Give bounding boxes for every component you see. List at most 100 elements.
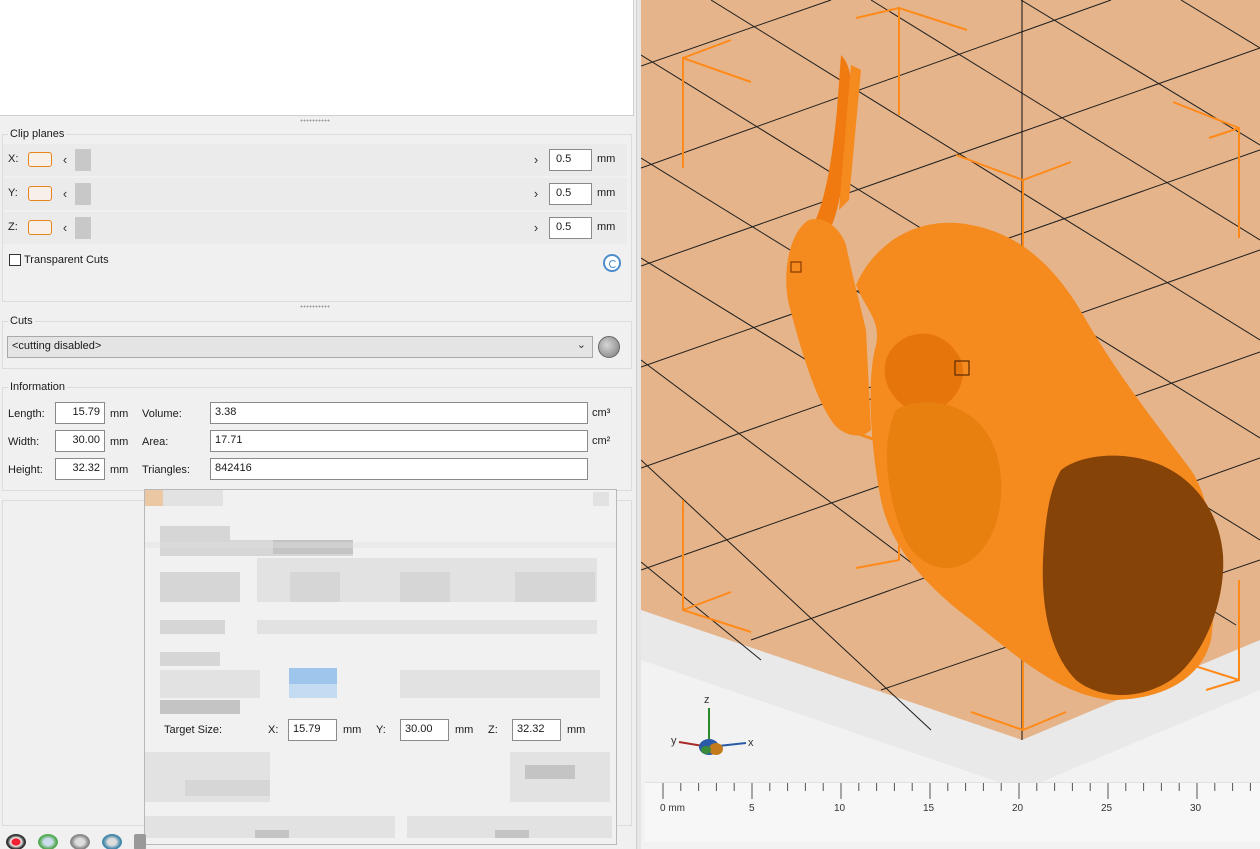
blurred-selection <box>289 684 337 698</box>
clip-value-z[interactable]: 0.5 <box>549 217 592 239</box>
ruler-label: 5 <box>749 803 755 814</box>
ruler: 0 mm 5 10 15 20 25 30 <box>645 782 1260 842</box>
delete-icon[interactable] <box>134 834 146 849</box>
splitter-grip[interactable] <box>300 119 330 122</box>
length-unit: mm <box>110 408 129 420</box>
cuts-selected-value: <cutting disabled> <box>12 340 102 352</box>
blurred-content <box>290 572 340 602</box>
axis-x-label: x <box>748 737 754 749</box>
blurred-content <box>257 620 597 634</box>
target-z-label: Z: <box>488 724 498 736</box>
ruler-label: 10 <box>834 803 846 814</box>
ruler-label: 15 <box>923 803 935 814</box>
blurred-content <box>400 670 600 698</box>
information-title: Information <box>8 381 68 393</box>
blurred-content <box>160 526 230 556</box>
target-z-input[interactable]: 32.32 <box>512 719 561 741</box>
width-unit: mm <box>110 436 129 448</box>
target-x-label: X: <box>268 724 279 736</box>
gear-icon[interactable] <box>6 834 26 849</box>
target-size-label: Target Size: <box>164 724 223 736</box>
dialog-app-icon <box>145 490 163 506</box>
clip-toggle-y[interactable] <box>28 186 52 201</box>
chevron-left-icon[interactable]: ‹ <box>59 219 71 237</box>
chevron-left-icon[interactable]: ‹ <box>59 185 71 203</box>
axis-z-label: z <box>704 694 710 706</box>
length-label: Length: <box>8 408 45 420</box>
target-x-input[interactable]: 15.79 <box>288 719 337 741</box>
target-y-input[interactable]: 30.00 <box>400 719 449 741</box>
clip-toggle-z[interactable] <box>28 220 52 235</box>
target-z-unit: mm <box>567 724 586 736</box>
splitter-grip[interactable] <box>300 305 330 308</box>
target-x-unit: mm <box>343 724 362 736</box>
clip-value-y[interactable]: 0.5 <box>549 183 592 205</box>
blurred-content <box>160 572 240 602</box>
chevron-right-icon[interactable]: › <box>530 219 542 237</box>
blurred-content <box>515 572 595 602</box>
blurred-content <box>495 830 529 838</box>
ruler-label: 0 mm <box>660 803 685 814</box>
clip-row-z: Z: ‹ › 0.5 mm <box>3 212 627 244</box>
scale-dialog: Target Size: X: 15.79 mm Y: 30.00 mm Z: … <box>144 489 617 845</box>
ruler-label: 20 <box>1012 803 1024 814</box>
dialog-title-blur <box>163 490 223 506</box>
blurred-content <box>145 542 616 548</box>
model-list-area[interactable] <box>0 0 634 116</box>
clip-axis-label: X: <box>8 153 19 165</box>
clip-unit: mm <box>597 153 616 165</box>
target-y-label: Y: <box>376 724 386 736</box>
volume-value: 3.38 <box>210 402 588 424</box>
cuts-tool-icon[interactable] <box>598 336 620 358</box>
undo-icon[interactable] <box>70 834 90 849</box>
blurred-content <box>525 765 575 779</box>
chevron-down-icon: ⌄ <box>576 339 586 351</box>
height-label: Height: <box>8 464 43 476</box>
cuts-dropdown[interactable]: <cutting disabled> ⌄ <box>7 336 593 358</box>
blurred-content <box>160 700 240 714</box>
clip-unit: mm <box>597 221 616 233</box>
clip-value-x[interactable]: 0.5 <box>549 149 592 171</box>
chevron-right-icon[interactable]: › <box>530 151 542 169</box>
bottom-toolbar <box>0 832 160 849</box>
reset-icon[interactable] <box>603 254 621 272</box>
clip-slider-z[interactable] <box>75 217 91 239</box>
clip-axis-label: Z: <box>8 221 18 233</box>
blurred-content <box>255 830 289 838</box>
repair-icon[interactable] <box>38 834 58 849</box>
transparent-cuts-checkbox[interactable] <box>9 254 21 266</box>
width-value: 30.00 <box>55 430 105 452</box>
transparent-cuts-label: Transparent Cuts <box>24 254 109 266</box>
target-size-row: Target Size: X: 15.79 mm Y: 30.00 mm Z: … <box>145 716 616 746</box>
ruler-ticks <box>662 783 1251 799</box>
chevron-left-icon[interactable]: ‹ <box>59 151 71 169</box>
clip-planes-title: Clip planes <box>8 128 67 140</box>
blurred-content <box>400 572 450 602</box>
ruler-label: 30 <box>1190 803 1202 814</box>
triangles-label: Triangles: <box>142 464 190 476</box>
height-unit: mm <box>110 464 129 476</box>
cuts-title: Cuts <box>8 315 35 327</box>
left-panel: Clip planes X: ‹ › 0.5 mm Y: ‹ › 0.5 mm … <box>0 0 636 849</box>
axis-gizmo <box>678 708 747 755</box>
ruler-label: 25 <box>1101 803 1113 814</box>
axis-y-label: y <box>671 735 677 747</box>
blurred-selection <box>289 668 337 684</box>
blurred-content <box>160 652 220 666</box>
length-value: 15.79 <box>55 402 105 424</box>
redo-icon[interactable] <box>102 834 122 849</box>
width-label: Width: <box>8 436 40 448</box>
blurred-content <box>185 780 270 796</box>
3d-viewport[interactable]: z x y 0 mm 5 10 15 20 25 30 <box>641 0 1260 849</box>
clip-slider-x[interactable] <box>75 149 91 171</box>
clip-slider-y[interactable] <box>75 183 91 205</box>
clip-toggle-x[interactable] <box>28 152 52 167</box>
close-icon[interactable] <box>593 492 609 506</box>
clip-axis-label: Y: <box>8 187 18 199</box>
volume-label: Volume: <box>142 408 182 420</box>
clip-row-y: Y: ‹ › 0.5 mm <box>3 178 627 210</box>
blurred-content <box>160 620 225 634</box>
clip-unit: mm <box>597 187 616 199</box>
chevron-right-icon[interactable]: › <box>530 185 542 203</box>
area-value: 17.71 <box>210 430 588 452</box>
